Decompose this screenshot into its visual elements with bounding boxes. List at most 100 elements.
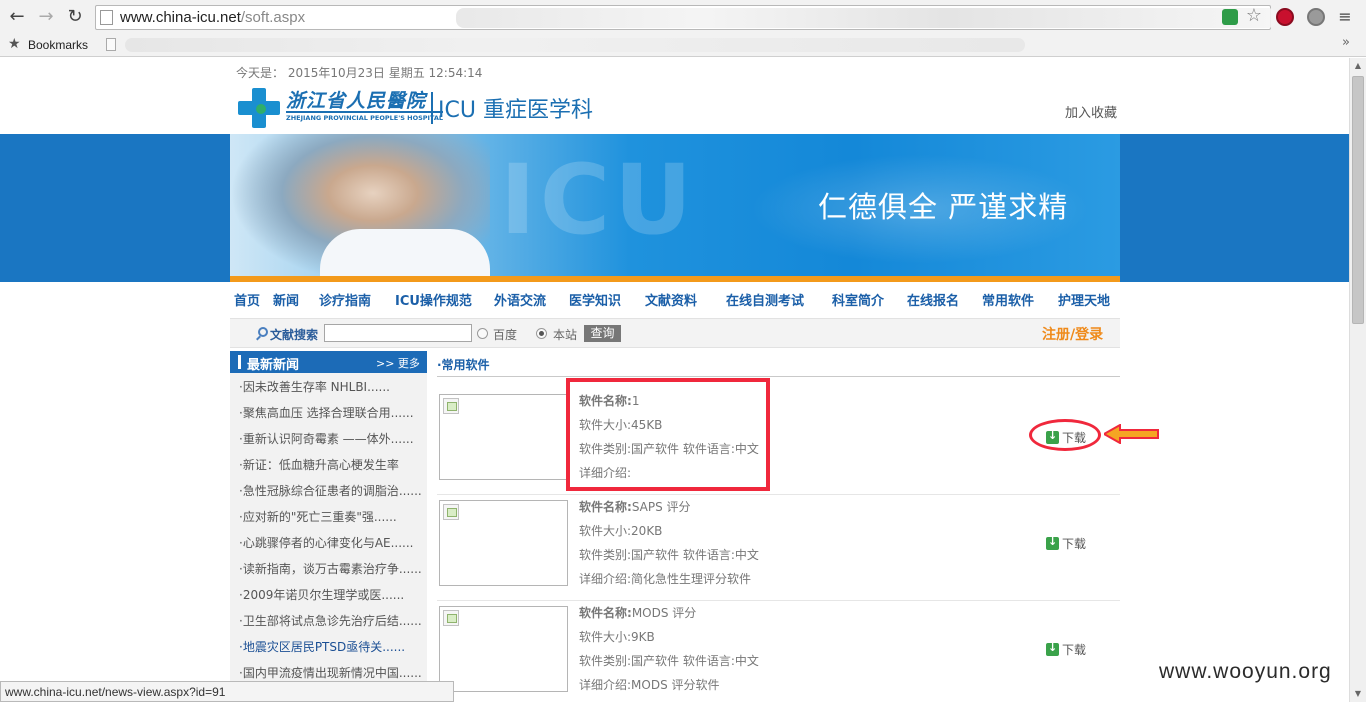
address-text: www.china-icu.net/soft.aspx	[120, 9, 305, 26]
software-type-lang: 软件类别:国产软件 软件语言:中文	[579, 548, 759, 562]
software-size: 软件大小:20KB	[579, 524, 663, 538]
logo-divider	[431, 92, 433, 124]
hospital-logo[interactable]: 浙江省人民醫院 ZHEJIANG PROVINCIAL PEOPLE'S HOS…	[236, 86, 656, 131]
software-thumbnail[interactable]	[439, 394, 568, 480]
radio-site-label: 本站	[553, 328, 578, 342]
department-title: ICU 重症医学科	[438, 98, 593, 123]
radio-site[interactable]	[536, 328, 547, 339]
latest-news-panel: 最新新闻 >> 更多 ·因未改善生存率 NHLBI...... ·聚焦高血压 选…	[230, 351, 427, 702]
news-item[interactable]: ·因未改善生存率 NHLBI......	[239, 378, 424, 396]
back-button[interactable]: ←	[6, 6, 28, 28]
scroll-down-arrow-icon[interactable]: ▼	[1350, 686, 1366, 702]
main-nav: 首页 新闻 诊疗指南 ICU操作规范 外语交流 医学知识 文献资料 在线自测考试…	[230, 290, 1120, 310]
radio-baidu[interactable]	[477, 328, 488, 339]
browser-toolbar: ← → ↻ www.china-icu.net/soft.aspx ☆ ≡	[0, 0, 1366, 35]
nav-software[interactable]: 常用软件	[982, 290, 1034, 309]
bookmarks-more-button[interactable]: »	[1342, 35, 1350, 50]
nav-guidelines[interactable]: 诊疗指南	[319, 290, 371, 309]
radio-baidu-label: 百度	[493, 328, 518, 342]
banner-photo-coat	[320, 229, 490, 282]
current-date: 今天是： 2015年10月23日 星期五 12:54:14	[236, 66, 483, 80]
scrollbar-thumb[interactable]	[1352, 76, 1364, 324]
software-header: ·常用软件	[437, 351, 1120, 377]
software-name-label: 软件名称:	[579, 500, 632, 514]
vertical-scrollbar[interactable]: ▲ ▼	[1349, 58, 1366, 702]
software-detail: 详细介绍:MODS 评分软件	[579, 678, 720, 692]
news-item[interactable]: ·新证：低血糖升高心梗发生率	[239, 456, 424, 474]
folder-icon[interactable]	[106, 38, 116, 51]
nav-department[interactable]: 科室简介	[832, 290, 884, 309]
news-more-link[interactable]: >> 更多	[376, 355, 420, 371]
redacted-area	[456, 8, 1276, 28]
logo-chinese-name: 浙江省人民醫院	[286, 90, 427, 112]
nav-literature[interactable]: 文献资料	[645, 290, 697, 309]
search-button[interactable]: 查询	[584, 325, 621, 342]
nav-medical-knowledge[interactable]: 医学知识	[569, 290, 621, 309]
highlight-oval	[1029, 419, 1101, 451]
news-item[interactable]: ·应对新的"死亡三重奏"强......	[239, 508, 424, 526]
news-item[interactable]: ·急性冠脉综合征患者的调脂治......	[239, 482, 424, 500]
nav-home[interactable]: 首页	[234, 290, 260, 309]
software-item: 软件名称:1 软件大小:45KB 软件类别:国产软件 软件语言:中文 详细介绍:…	[437, 389, 1120, 495]
software-item: 软件名称:MODS 评分 软件大小:9KB 软件类别:国产软件 软件语言:中文 …	[437, 601, 1120, 702]
scroll-up-arrow-icon[interactable]: ▲	[1350, 58, 1366, 74]
menu-icon[interactable]: ≡	[1334, 6, 1356, 28]
search-input[interactable]	[324, 324, 472, 342]
url-path: /soft.aspx	[240, 9, 306, 26]
banner-stripe	[230, 276, 1120, 282]
broken-image-icon	[443, 504, 459, 520]
highlight-box	[566, 378, 770, 491]
search-icon	[258, 327, 268, 337]
software-info: 软件名称:MODS 评分 软件大小:9KB 软件类别:国产软件 软件语言:中文 …	[579, 601, 759, 697]
news-item[interactable]: ·国内甲流疫情出现新情况中国......	[239, 664, 424, 682]
shield-icon[interactable]	[1222, 9, 1238, 25]
nav-foreign-exchange[interactable]: 外语交流	[494, 290, 546, 309]
download-label: 下载	[1062, 643, 1087, 657]
register-login-link[interactable]: 注册/登录	[1042, 324, 1103, 344]
forward-button[interactable]: →	[35, 6, 57, 28]
reload-button[interactable]: ↻	[64, 6, 86, 28]
software-thumbnail[interactable]	[439, 606, 568, 692]
news-item[interactable]: ·卫生部将试点急诊先治疗后结......	[239, 612, 424, 630]
page-icon	[100, 10, 113, 25]
software-name: 软件名称:SAPS 评分	[579, 495, 759, 519]
news-item[interactable]: ·读新指南，谈万古霉素治疗争......	[239, 560, 424, 578]
nav-online-test[interactable]: 在线自测考试	[726, 290, 804, 309]
star-icon[interactable]: ☆	[1243, 5, 1265, 27]
software-name-value: MODS 评分	[631, 606, 697, 620]
nav-news[interactable]: 新闻	[273, 290, 299, 309]
nav-icu-procedures[interactable]: ICU操作规范	[395, 290, 472, 309]
software-type-lang: 软件类别:国产软件 软件语言:中文	[579, 654, 759, 668]
news-item[interactable]: ·聚焦高血压 选择合理联合用......	[239, 404, 424, 422]
news-item[interactable]: ·心跳骤停者的心律变化与AE......	[239, 534, 424, 552]
arrow-left-icon	[1104, 424, 1159, 444]
logo-english-name: ZHEJIANG PROVINCIAL PEOPLE'S HOSPITAL	[286, 111, 444, 122]
nav-online-signup[interactable]: 在线报名	[907, 290, 959, 309]
news-item[interactable]: ·2009年诺贝尔生理学或医......	[239, 586, 424, 604]
globe-icon[interactable]	[1307, 8, 1325, 26]
add-favorite-link[interactable]: 加入收藏	[1065, 102, 1117, 121]
software-size: 软件大小:9KB	[579, 630, 655, 644]
software-name-label: 软件名称:	[579, 606, 632, 620]
software-info: 软件名称:SAPS 评分 软件大小:20KB 软件类别:国产软件 软件语言:中文…	[579, 495, 759, 591]
news-item[interactable]: ·地震灾区居民PTSD亟待关......	[239, 638, 424, 656]
watermark: www.wooyun.org	[1159, 660, 1332, 683]
star-icon: ★	[8, 36, 21, 52]
news-title: 最新新闻	[247, 358, 300, 373]
address-bar[interactable]: www.china-icu.net/soft.aspx	[95, 5, 1276, 30]
bookmarks-label[interactable]: Bookmarks	[28, 38, 88, 52]
bookmarks-bar: ★ Bookmarks »	[0, 35, 1366, 57]
news-item[interactable]: ·重新认识阿奇霉素 ——体外......	[239, 430, 424, 448]
download-label: 下载	[1062, 537, 1087, 551]
stop-icon[interactable]	[1276, 8, 1294, 26]
download-icon	[1046, 641, 1059, 656]
news-header: 最新新闻 >> 更多	[230, 351, 427, 373]
software-item: 软件名称:SAPS 评分 软件大小:20KB 软件类别:国产软件 软件语言:中文…	[437, 495, 1120, 601]
download-icon	[1046, 535, 1059, 550]
software-name-value: SAPS 评分	[631, 500, 691, 514]
search-bar: 文献搜索 百度 本站 查询 注册/登录	[230, 318, 1120, 348]
nav-nursing[interactable]: 护理天地	[1058, 290, 1110, 309]
software-detail: 详细介绍:简化急性生理评分软件	[579, 572, 752, 586]
banner-slogan: 仁德俱全 严谨求精	[818, 190, 1069, 224]
software-thumbnail[interactable]	[439, 500, 568, 586]
